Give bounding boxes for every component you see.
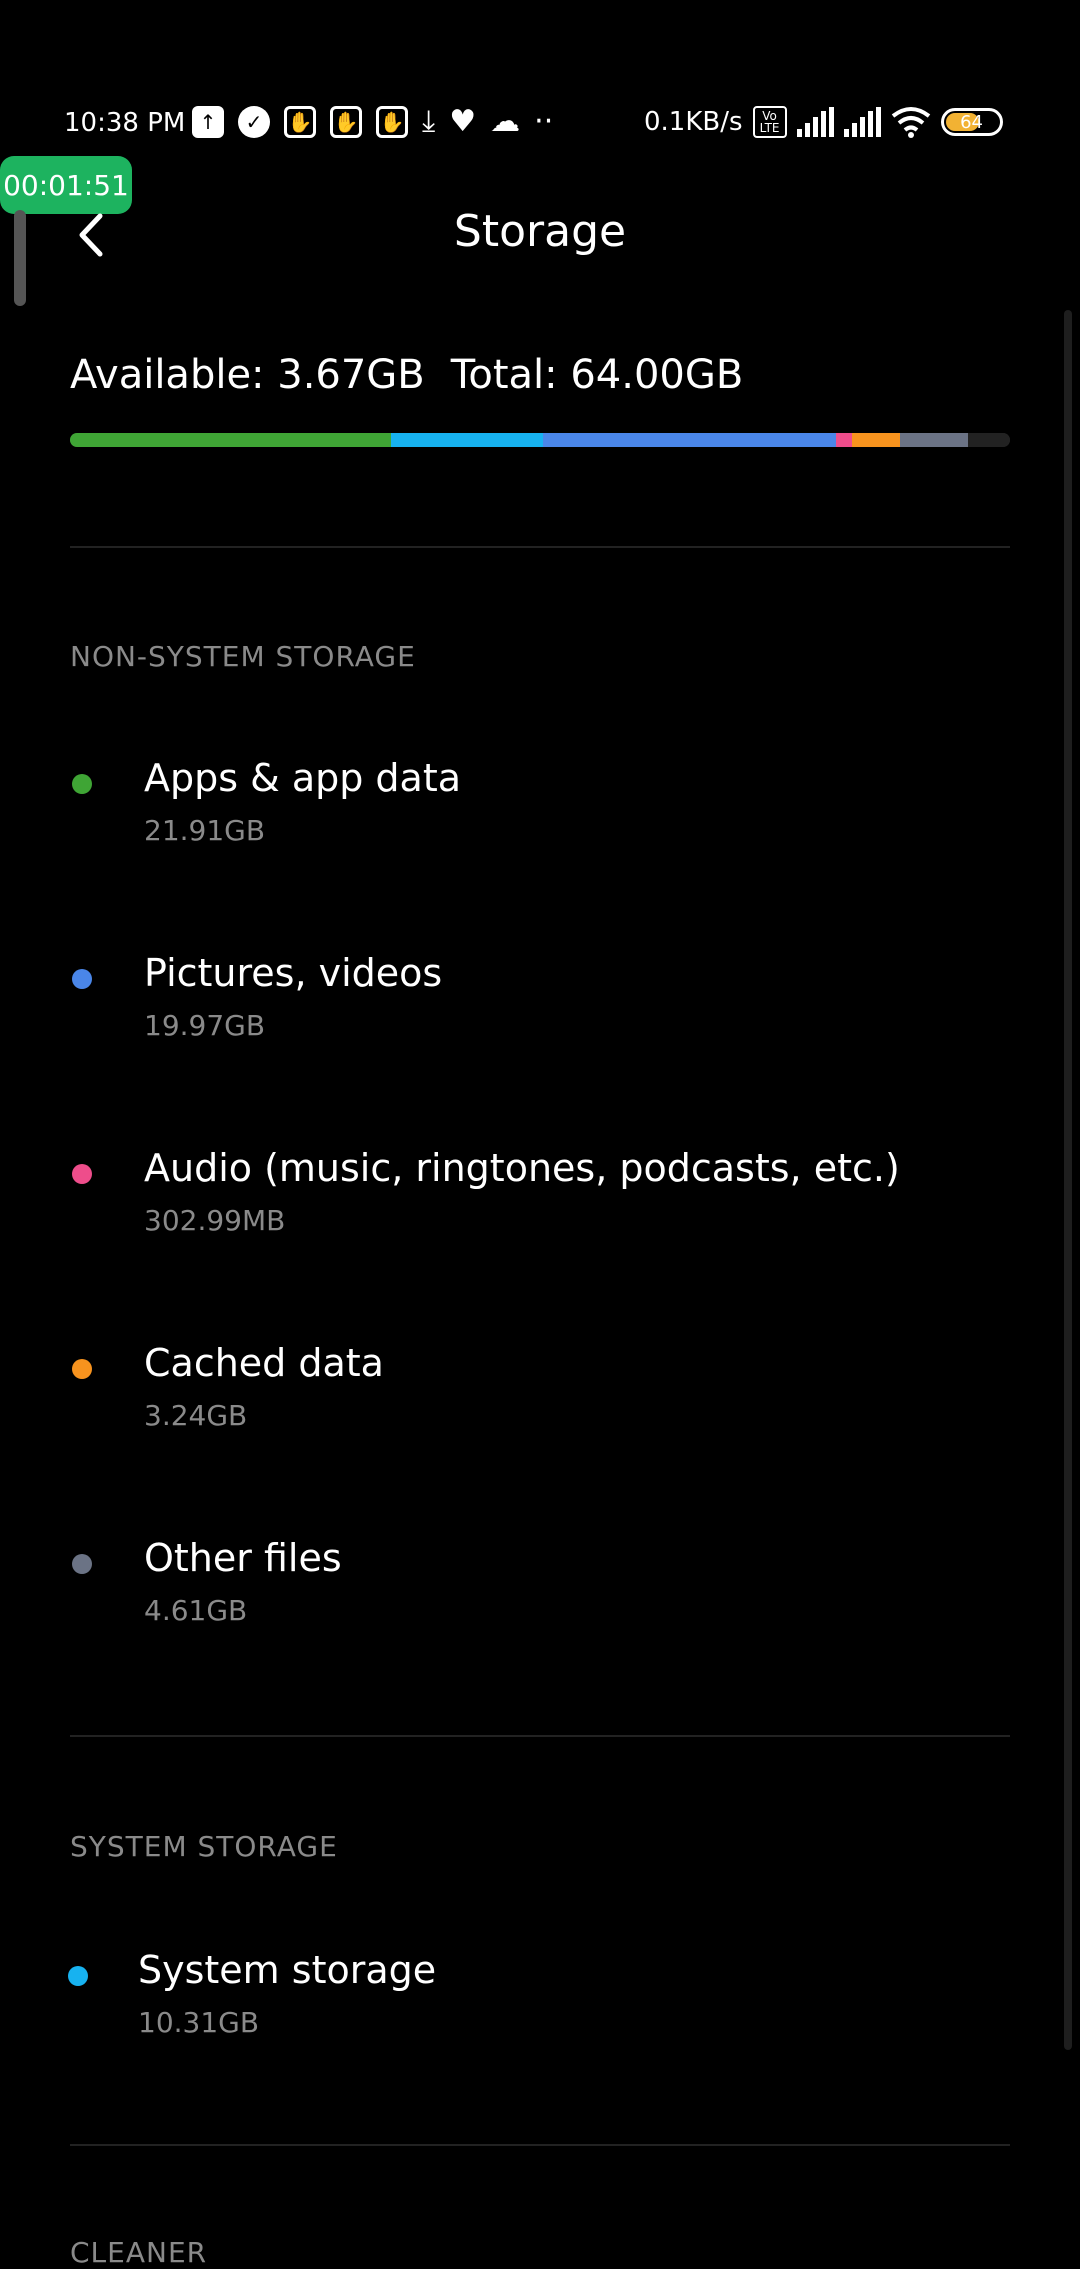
download-icon: ⤓ — [422, 104, 436, 139]
section-label-system: SYSTEM STORAGE — [70, 1830, 338, 1863]
usage-segment — [899, 433, 968, 447]
check-icon: ✓ — [238, 106, 270, 138]
item-size: 4.61GB — [144, 1594, 248, 1627]
divider — [70, 546, 1010, 548]
divider — [70, 2144, 1010, 2146]
scrollbar[interactable] — [1064, 310, 1072, 2050]
status-bar: 10:38 PM ↑ ✓ ✋ ✋ ✋ ⤓ ♥ ☁ ·· 0.1KB/s Vo L… — [0, 100, 1080, 150]
storage-item-apps[interactable]: Apps & app data 21.91GB — [70, 756, 1010, 876]
signal-icon — [796, 107, 834, 137]
category-dot — [72, 1554, 92, 1574]
notification-icons: ↑ ✓ ✋ ✋ ✋ ⤓ ♥ ☁ ·· — [192, 106, 553, 138]
usage-segment — [852, 433, 900, 447]
usage-segment — [836, 433, 853, 447]
volte-icon: Vo LTE — [752, 106, 787, 138]
item-size: 302.99MB — [144, 1204, 286, 1237]
storage-item-audio[interactable]: Audio (music, ringtones, podcasts, etc.)… — [70, 1146, 1010, 1266]
storage-item-other[interactable]: Other files 4.61GB — [70, 1536, 1010, 1656]
wifi-icon — [891, 107, 930, 138]
battery-level: 64 — [960, 112, 983, 133]
hand-icon: ✋ — [330, 106, 362, 138]
page-title: Storage — [453, 206, 627, 257]
usage-segment — [391, 433, 543, 447]
storage-summary: Available: 3.67GB Total: 64.00GB — [70, 352, 743, 398]
usage-segment — [70, 433, 392, 447]
network-speed: 0.1KB/s — [644, 107, 743, 137]
section-label-non-system: NON-SYSTEM STORAGE — [70, 640, 416, 673]
item-name: Audio (music, ringtones, podcasts, etc.) — [144, 1146, 900, 1190]
item-name: Apps & app data — [144, 756, 462, 800]
item-name: Pictures, videos — [144, 951, 443, 995]
status-time: 10:38 PM — [64, 108, 186, 138]
app-header: Storage — [0, 200, 1080, 270]
item-size: 19.97GB — [144, 1009, 266, 1042]
divider — [70, 1735, 1010, 1737]
item-name: Other files — [144, 1536, 342, 1580]
usage-segment — [967, 433, 1010, 447]
battery-icon: 64 — [940, 108, 1003, 136]
section-label-cleaner: CLEANER — [70, 2236, 208, 2269]
cloud-icon: ☁ — [490, 104, 521, 139]
item-size: 21.91GB — [144, 814, 266, 847]
upload-icon: ↑ — [192, 106, 224, 138]
more-dots-icon: ·· — [534, 104, 554, 139]
category-dot — [72, 1164, 92, 1184]
category-dot — [68, 1966, 88, 1986]
category-dot — [72, 1359, 92, 1379]
category-dot — [72, 969, 92, 989]
category-dot — [72, 774, 92, 794]
usage-segment — [542, 433, 837, 447]
storage-item-cached[interactable]: Cached data 3.24GB — [70, 1341, 1010, 1461]
storage-item-pictures[interactable]: Pictures, videos 19.97GB — [70, 951, 1010, 1071]
hand-icon: ✋ — [284, 106, 316, 138]
system-indicators: 0.1KB/s Vo LTE 64 — [644, 106, 1003, 138]
item-name: System storage — [138, 1948, 437, 1992]
available-storage: Available: 3.67GB — [70, 352, 425, 398]
total-storage: Total: 64.00GB — [450, 352, 744, 398]
item-size: 3.24GB — [144, 1399, 248, 1432]
item-name: Cached data — [144, 1341, 384, 1385]
signal-icon — [843, 107, 881, 137]
hand-icon: ✋ — [376, 106, 408, 138]
storage-usage-bar — [70, 433, 1010, 447]
heart-icon: ♥ — [449, 104, 477, 139]
item-size: 10.31GB — [138, 2006, 260, 2039]
storage-item-system[interactable]: System storage 10.31GB — [66, 1948, 1006, 2068]
